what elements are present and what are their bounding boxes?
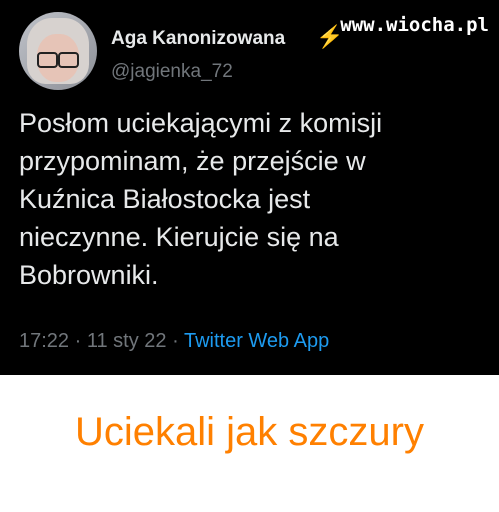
tweet-meta: 17:22 · 11 sty 22 · Twitter Web App: [19, 330, 329, 353]
tweet-card: Aga Kanonizowana ⚡ www.wiocha.pl @jagien…: [0, 0, 499, 375]
watermark: www.wiocha.pl: [340, 14, 489, 36]
caption-panel: Uciekali jak szczury: [0, 375, 499, 512]
author-handle[interactable]: @jagienka_72: [111, 61, 233, 83]
avatar-glasses: [37, 52, 79, 68]
avatar[interactable]: [19, 12, 97, 90]
tweet-text: Posłom uciekającymi z komisji przypomina…: [19, 108, 383, 290]
meta-separator: ·: [166, 330, 184, 352]
tweet-source-link[interactable]: Twitter Web App: [184, 330, 329, 352]
tweet-date[interactable]: 11 sty 22: [87, 330, 167, 352]
meme-caption: Uciekali jak szczury: [75, 410, 424, 454]
meta-separator: ·: [69, 330, 87, 352]
tweet-time[interactable]: 17:22: [19, 330, 69, 352]
author-name[interactable]: Aga Kanonizowana: [111, 28, 285, 50]
